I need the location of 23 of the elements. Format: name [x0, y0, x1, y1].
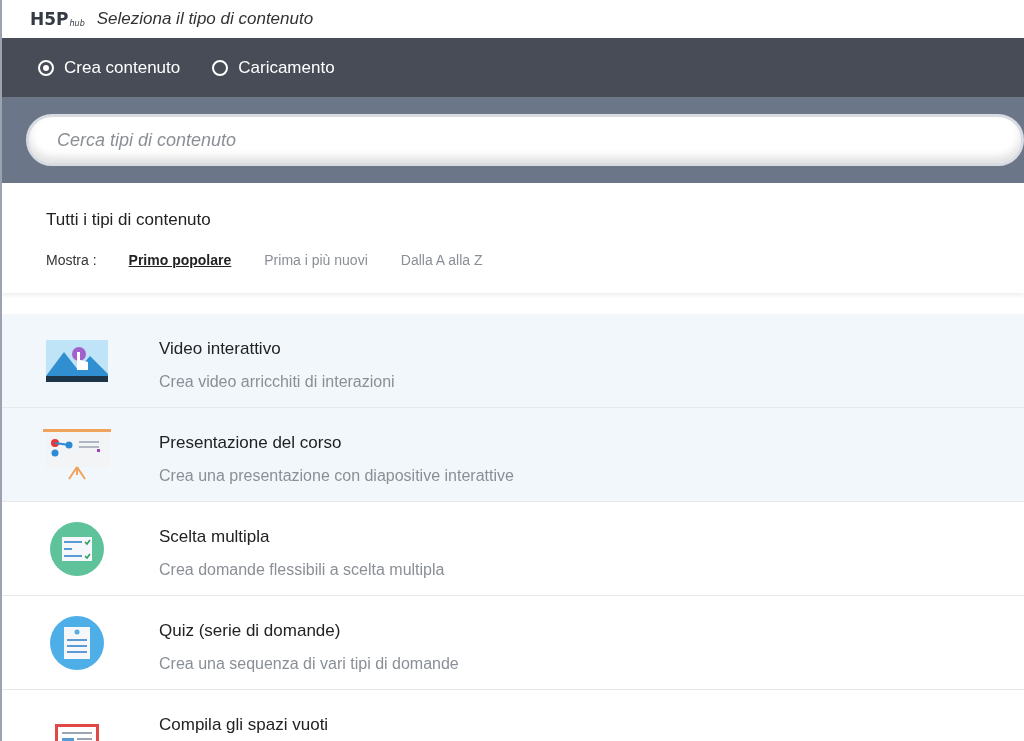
presentation-board-icon [42, 429, 111, 481]
item-description: Crea video arricchiti di interazioni [159, 371, 395, 392]
item-description: Crea una presentazione con diapositive interattive [159, 465, 514, 486]
mode-radio[interactable]: Caricamento [212, 54, 335, 81]
dialog-title: Seleziona il tipo di contenuto [96, 8, 314, 31]
checklist-icon [49, 522, 104, 576]
item-title: Quiz (serie di domande) [159, 620, 342, 642]
item-description: Crea domande flessibili a scelta multipla [159, 559, 445, 580]
content-type-item[interactable]: Video interattivo Crea video arricchiti di interazioni [2, 314, 1024, 408]
item-description: Crea una sequenza di vari tipi di domande [159, 653, 459, 674]
item-title: Scelta multipla [159, 526, 271, 548]
item-title: Video interattivo [159, 338, 282, 360]
item-title: Compila gli spazi vuoti [159, 714, 329, 736]
sort-label: Mostra : [46, 250, 97, 270]
logo: H5P hub [30, 10, 85, 28]
search-field[interactable]: Cerca tipi di contenuto [26, 114, 1024, 166]
mode-radio[interactable]: Crea contenuto [38, 54, 181, 81]
section-title: Tutti i tipi di contenuto [46, 209, 212, 231]
document-icon [49, 616, 104, 670]
content-type-item[interactable]: Presentazione del corso Crea una presentazione con diapositive interattive [2, 408, 1024, 502]
item-title: Presentazione del corso [159, 432, 343, 454]
video-screen-icon [45, 340, 108, 382]
sort-option[interactable]: Primo popolare [128, 249, 232, 271]
